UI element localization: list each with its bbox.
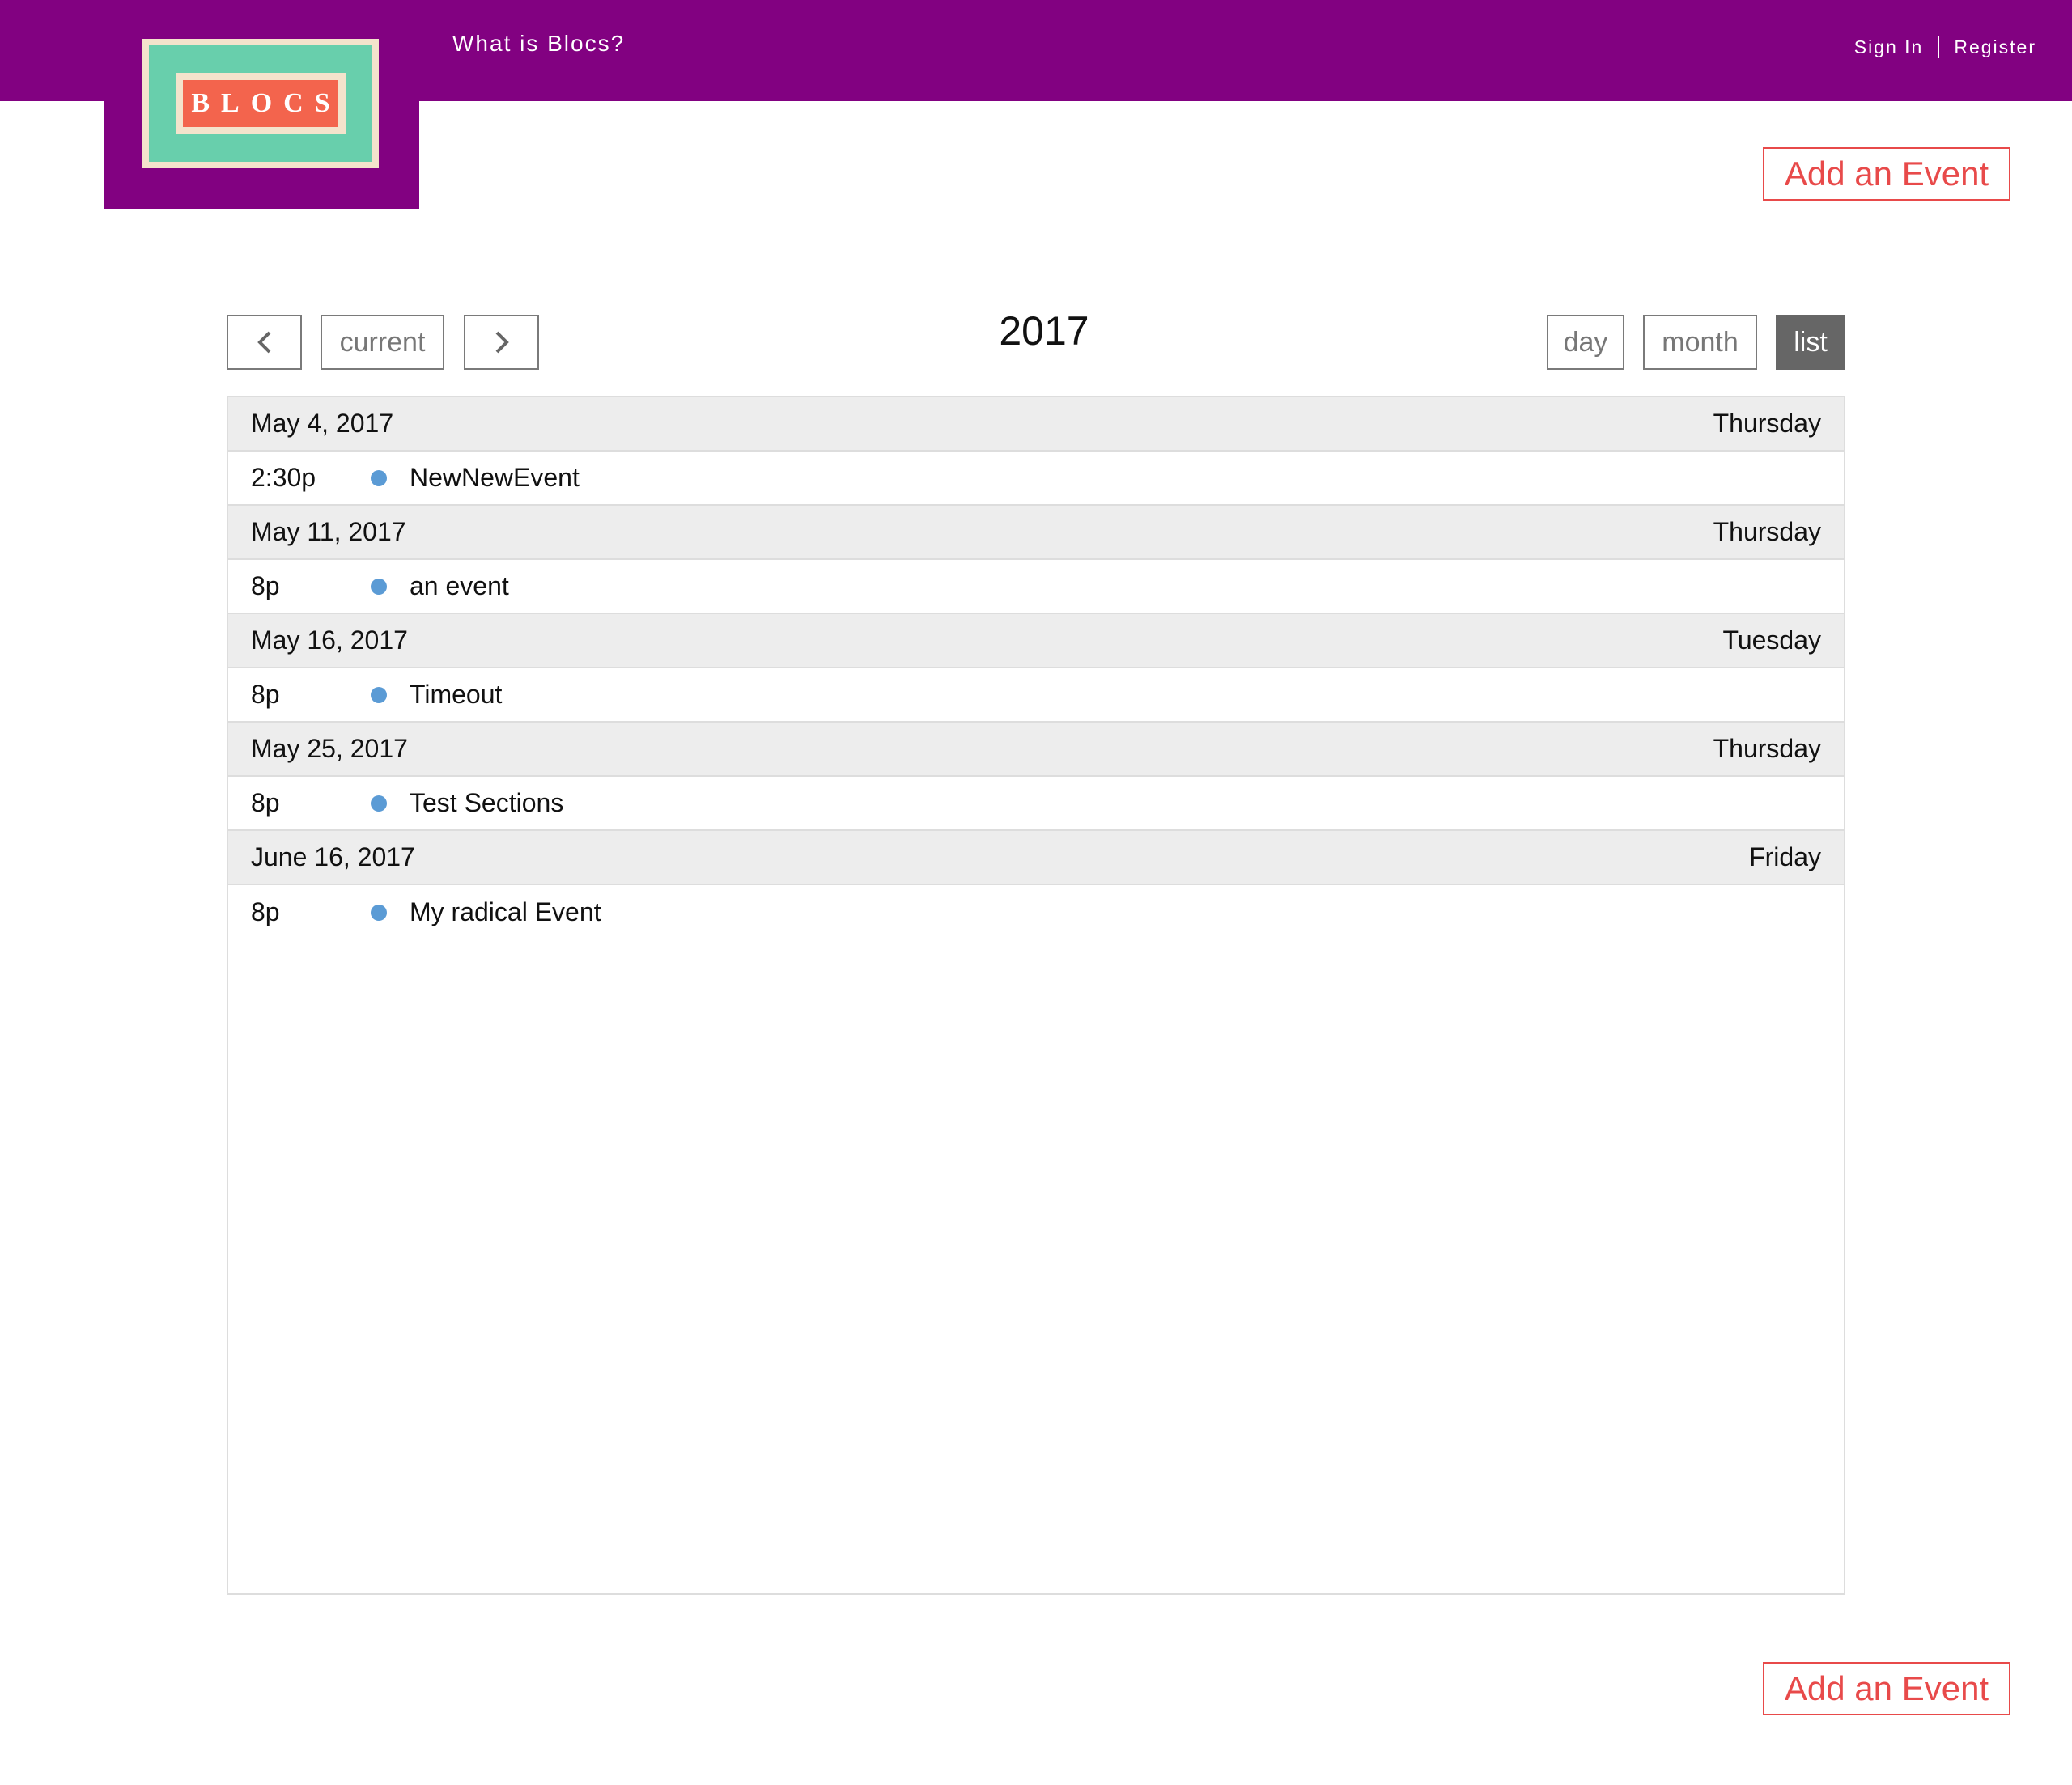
view-list-button[interactable]: list bbox=[1776, 315, 1845, 370]
day-header: June 16, 2017 Friday bbox=[228, 831, 1844, 885]
logo[interactable]: BLOCS bbox=[142, 39, 379, 168]
logo-block[interactable]: BLOCS bbox=[104, 0, 419, 209]
register-link[interactable]: Register bbox=[1954, 36, 2036, 58]
event-dot-icon bbox=[371, 686, 387, 703]
day-header: May 25, 2017 Thursday bbox=[228, 723, 1844, 777]
day-weekday[interactable]: Thursday bbox=[1713, 517, 1821, 547]
day-header: May 4, 2017 Thursday bbox=[228, 397, 1844, 452]
current-button[interactable]: current bbox=[321, 315, 444, 370]
view-month-button[interactable]: month bbox=[1643, 315, 1757, 370]
view-day-button[interactable]: day bbox=[1547, 315, 1624, 370]
event-time: 8p bbox=[251, 571, 280, 600]
event-row[interactable]: 8p an event bbox=[228, 560, 1844, 614]
day-date[interactable]: June 16, 2017 bbox=[251, 842, 415, 872]
event-row[interactable]: 2:30p NewNewEvent bbox=[228, 452, 1844, 506]
event-time: 8p bbox=[251, 680, 280, 709]
day-date[interactable]: May 16, 2017 bbox=[251, 625, 408, 655]
logo-green-frame: BLOCS bbox=[149, 45, 372, 162]
logo-cream-frame: BLOCS bbox=[176, 73, 346, 134]
event-time: 2:30p bbox=[251, 463, 316, 492]
event-row[interactable]: 8p My radical Event bbox=[228, 885, 1844, 939]
event-dot-icon bbox=[371, 904, 387, 921]
next-button[interactable] bbox=[464, 315, 539, 370]
day-header: May 11, 2017 Thursday bbox=[228, 506, 1844, 560]
auth-links: Sign In Register bbox=[1854, 36, 2036, 58]
day-header: May 16, 2017 Tuesday bbox=[228, 614, 1844, 668]
day-weekday[interactable]: Friday bbox=[1749, 842, 1821, 872]
day-date[interactable]: May 4, 2017 bbox=[251, 409, 393, 439]
calendar-title: 2017 bbox=[999, 308, 1089, 354]
event-dot-icon bbox=[371, 578, 387, 595]
event-time: 8p bbox=[251, 788, 280, 817]
chevron-left-icon bbox=[257, 331, 270, 354]
event-dot-icon bbox=[371, 469, 387, 486]
nav-what-is-blocs-link[interactable]: What is Blocs? bbox=[452, 31, 625, 57]
event-title[interactable]: Timeout bbox=[410, 680, 502, 710]
event-title[interactable]: NewNewEvent bbox=[410, 463, 580, 493]
day-date[interactable]: May 11, 2017 bbox=[251, 517, 406, 547]
prev-button[interactable] bbox=[227, 315, 302, 370]
chevron-right-icon bbox=[495, 331, 509, 354]
logo-text: BLOCS bbox=[183, 80, 338, 127]
event-dot-icon bbox=[371, 795, 387, 812]
event-list: May 4, 2017 Thursday 2:30p NewNewEvent May 1… bbox=[227, 396, 1845, 1595]
event-row[interactable]: 8p Timeout bbox=[228, 668, 1844, 723]
event-title[interactable]: Test Sections bbox=[410, 788, 563, 818]
event-title[interactable]: an event bbox=[410, 571, 509, 601]
sign-in-link[interactable]: Sign In bbox=[1854, 36, 1924, 58]
day-date[interactable]: May 25, 2017 bbox=[251, 734, 408, 764]
event-row[interactable]: 8p Test Sections bbox=[228, 777, 1844, 831]
add-event-button-bottom[interactable]: Add an Event bbox=[1763, 1662, 2010, 1715]
auth-divider bbox=[1938, 36, 1940, 58]
day-weekday[interactable]: Thursday bbox=[1713, 409, 1821, 439]
event-time: 8p bbox=[251, 897, 280, 926]
add-event-button-top[interactable]: Add an Event bbox=[1763, 147, 2010, 201]
event-title[interactable]: My radical Event bbox=[410, 897, 601, 927]
day-weekday[interactable]: Thursday bbox=[1713, 734, 1821, 764]
day-weekday[interactable]: Tuesday bbox=[1722, 625, 1821, 655]
